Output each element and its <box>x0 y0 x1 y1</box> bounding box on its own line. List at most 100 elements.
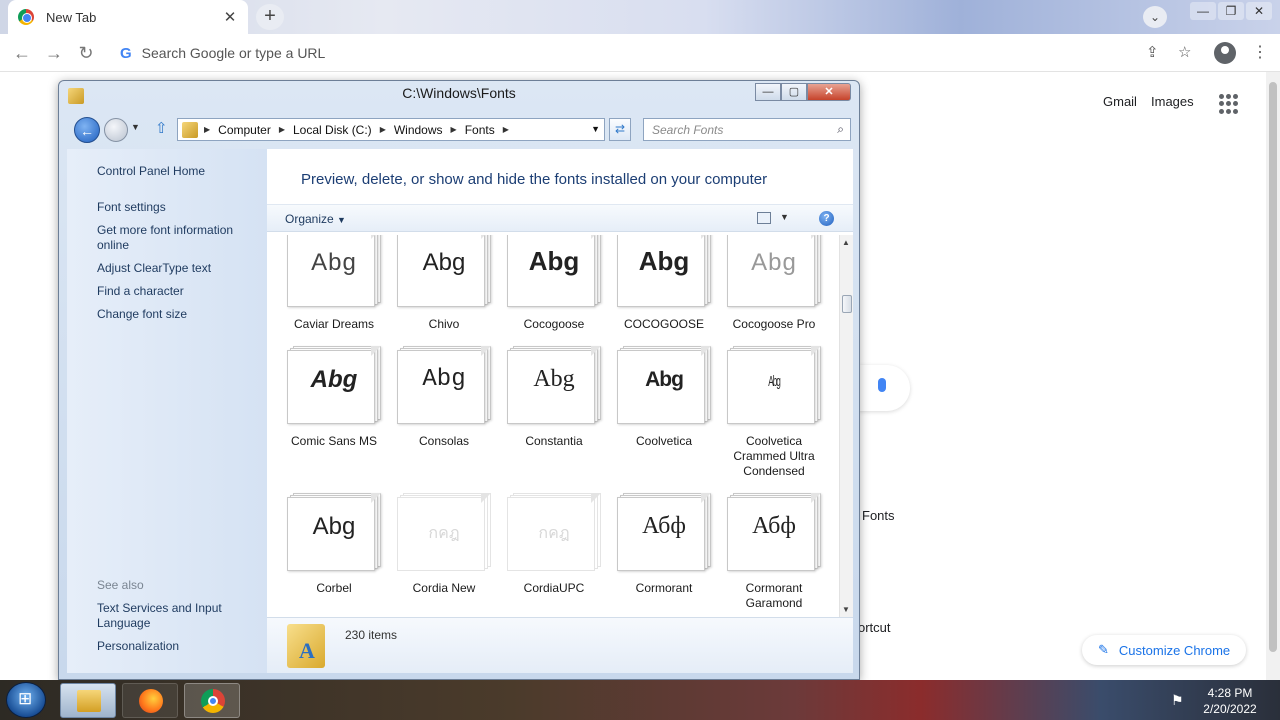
command-bar: Organize ▼ ▼ ? <box>267 204 853 232</box>
page-title: Preview, delete, or show and hide the fo… <box>301 171 768 188</box>
window-controls: — ▢ ✕ <box>755 83 851 101</box>
font-name: Chivo <box>428 317 460 331</box>
firefox-icon <box>139 689 163 713</box>
view-dropdown-icon[interactable]: ▼ <box>780 212 789 222</box>
omnibox[interactable]: G Search Google or type a URL <box>110 38 1210 68</box>
chevron-down-icon[interactable]: ⌄ <box>1143 6 1167 28</box>
nav-link-font-settings[interactable]: Font settings <box>97 200 257 215</box>
fonts-folder-icon: A <box>287 624 325 668</box>
close-button[interactable]: ✕ <box>807 83 851 101</box>
breadcrumb-fonts[interactable]: Fonts <box>465 123 495 137</box>
action-center-icon[interactable]: ⚑ <box>1171 692 1184 709</box>
forward-button[interactable] <box>104 118 128 142</box>
font-name: Cocogoose <box>523 317 585 331</box>
star-icon[interactable]: ☆ <box>1178 43 1191 61</box>
font-item[interactable]: กคฎ Cordia New <box>389 493 499 596</box>
font-name: Cormorant Garamond <box>745 581 803 610</box>
font-item[interactable]: Abg Constantia <box>499 346 609 449</box>
font-item[interactable]: กคฎ CordiaUPC <box>499 493 609 596</box>
shortcut-label[interactable]: Fonts <box>862 508 895 523</box>
avatar[interactable] <box>1214 42 1236 64</box>
taskbar-chrome[interactable] <box>184 683 240 718</box>
microphone-icon[interactable] <box>858 365 910 411</box>
new-tab-button[interactable]: + <box>256 4 284 30</box>
system-clock[interactable]: 4:28 PM 2/20/2022 <box>1195 685 1265 717</box>
font-name: COCOGOOSE <box>623 317 704 331</box>
customize-chrome-button[interactable]: ✎ Customize Chrome <box>1082 635 1246 665</box>
maximize-button[interactable]: ▢ <box>781 83 807 101</box>
reload-icon[interactable]: ↻ <box>74 41 98 65</box>
back-button[interactable]: ← <box>74 117 100 143</box>
start-button[interactable] <box>6 682 46 718</box>
breadcrumb-local-disk[interactable]: Local Disk (C:) <box>293 123 372 137</box>
nav-link-find-character[interactable]: Find a character <box>97 284 257 299</box>
tab-title: New Tab <box>46 9 97 25</box>
font-preview: Abg <box>287 493 381 571</box>
font-item[interactable]: Abg Coolvetica <box>609 346 719 449</box>
font-item[interactable]: Абф Cormorant <box>609 493 719 596</box>
scroll-down-icon[interactable]: ▼ <box>842 605 850 614</box>
font-preview: Abg <box>617 235 711 307</box>
fonts-explorer-window: C:\Windows\Fonts — ▢ ✕ ← ▼ ⇧ ▶ Computer … <box>58 80 860 680</box>
address-bar[interactable]: ▶ Computer ▶ Local Disk (C:) ▶ Windows ▶… <box>177 118 605 141</box>
minimize-button[interactable]: — <box>755 83 781 101</box>
font-item[interactable]: Abg Cocogoose Pro <box>719 235 829 332</box>
close-window-button[interactable]: ✕ <box>1246 2 1272 20</box>
back-arrow-icon[interactable]: ← <box>10 41 34 65</box>
nav-link-more-font-info[interactable]: Get more font information online <box>97 223 257 253</box>
details-pane: A 230 items <box>267 617 853 673</box>
view-icon[interactable] <box>757 212 771 224</box>
up-arrow-icon[interactable]: ⇧ <box>155 119 168 137</box>
close-icon[interactable]: ✕ <box>222 8 238 26</box>
font-preview: Abg <box>397 346 491 424</box>
history-dropdown-icon[interactable]: ▼ <box>131 122 140 132</box>
item-count: 230 items <box>345 628 398 642</box>
taskbar-explorer[interactable] <box>60 683 116 718</box>
font-item[interactable]: Abg Comic Sans MS <box>279 346 389 449</box>
font-preview: Abg <box>287 346 381 424</box>
font-item[interactable]: Abg Corbel <box>279 493 389 596</box>
shortcut-label[interactable]: ortcut <box>858 620 891 635</box>
font-item[interactable]: Abg Chivo <box>389 235 499 332</box>
scroll-thumb[interactable] <box>842 295 852 313</box>
apps-grid-icon[interactable] <box>1219 94 1239 114</box>
restore-button[interactable]: ❐ <box>1218 2 1244 20</box>
nav-link-text-services[interactable]: Text Services and Input Language <box>97 601 257 631</box>
search-icon[interactable]: ⌕ <box>837 122 844 137</box>
forward-arrow-icon[interactable]: → <box>42 41 66 65</box>
scroll-up-icon[interactable]: ▲ <box>842 238 850 247</box>
refresh-button[interactable]: ⇄ <box>609 118 631 141</box>
menu-icon[interactable]: ⋮ <box>1252 42 1268 62</box>
font-item[interactable]: Abg Cocogoose <box>499 235 609 332</box>
breadcrumb-windows[interactable]: Windows <box>394 123 443 137</box>
font-preview: Abg <box>287 235 381 307</box>
breadcrumb-computer[interactable]: Computer <box>218 123 271 137</box>
nav-link-control-panel-home[interactable]: Control Panel Home <box>97 164 257 179</box>
minimize-button[interactable]: — <box>1190 2 1216 20</box>
page-scrollbar[interactable] <box>1266 72 1280 680</box>
font-preview: Abg <box>617 346 711 424</box>
font-name: Corbel <box>316 581 352 595</box>
help-icon[interactable]: ? <box>819 211 834 226</box>
font-item[interactable]: Abg Caviar Dreams <box>279 235 389 332</box>
nav-link-change-font-size[interactable]: Change font size <box>97 307 257 322</box>
nav-link-adjust-cleartype[interactable]: Adjust ClearType text <box>97 261 257 276</box>
chrome-tabstrip: New Tab ✕ + ⌄ — ❐ ✕ <box>0 0 1280 34</box>
address-dropdown-icon[interactable]: ▼ <box>591 124 600 134</box>
font-item[interactable]: Abg Coolvetica Crammed Ultra Condensed <box>719 346 829 479</box>
font-grid-scrollbar[interactable]: ▲ ▼ <box>839 235 853 617</box>
chrome-icon <box>201 689 225 713</box>
taskbar <box>0 680 1280 720</box>
font-item[interactable]: Abg COCOGOOSE <box>609 235 719 332</box>
tab-new-tab[interactable]: New Tab ✕ <box>8 0 248 34</box>
organize-button[interactable]: Organize ▼ <box>285 212 346 226</box>
font-item[interactable]: Абф Cormorant Garamond <box>719 493 829 611</box>
font-item[interactable]: Abg Consolas <box>389 346 499 449</box>
chrome-toolbar: ← → ↻ G Search Google or type a URL ⇪ ☆ … <box>0 34 1280 72</box>
gmail-link[interactable]: Gmail <box>1103 94 1137 109</box>
search-input[interactable]: Search Fonts ⌕ <box>643 118 851 141</box>
images-link[interactable]: Images <box>1151 94 1194 109</box>
taskbar-firefox[interactable] <box>122 683 178 718</box>
nav-link-personalization[interactable]: Personalization <box>97 639 257 654</box>
share-icon[interactable]: ⇪ <box>1146 43 1159 61</box>
